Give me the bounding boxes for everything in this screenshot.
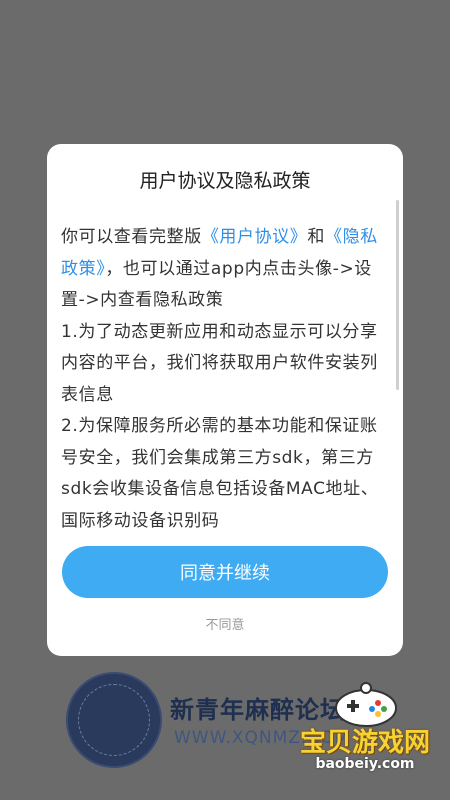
user-agreement-link[interactable]: 《用户协议》 (202, 227, 308, 247)
policy-item-2: 2.为保障服务所必需的基本功能和保证账号安全，我们会集成第三方sdk，第三方sd… (61, 416, 379, 531)
watermark: 宝贝游戏网 baobeiy.com (290, 682, 440, 782)
intro-paragraph: 你可以查看完整版《用户协议》和《隐私政策》，也可以通过app内点击头像->设置-… (61, 222, 391, 317)
screen: 新青年麻醉论坛 WWW.XQNMZ.COM 宝贝游戏网 baobeiy.com … (0, 0, 450, 800)
intro-prefix: 你可以查看完整版 (61, 227, 202, 247)
intro-and: 和 (307, 227, 326, 247)
watermark-url: baobeiy.com (315, 756, 415, 772)
agree-button[interactable]: 同意并继续 (62, 546, 388, 598)
intro-suffix: ，也可以通过app内点击头像->设置->内查看隐私政策 (61, 258, 372, 311)
policy-item-1: 1.为了动态更新应用和动态显示可以分享内容的平台，我们将获取用户软件安装列表信息 (61, 321, 378, 405)
privacy-dialog: 用户协议及隐私政策 你可以查看完整版《用户协议》和《隐私政策》，也可以通过app… (47, 144, 403, 656)
forum-seal-logo (66, 672, 162, 768)
dialog-scrollbar[interactable] (396, 200, 399, 390)
dialog-title: 用户协议及隐私政策 (139, 170, 311, 192)
watermark-title: 宝贝游戏网 (299, 728, 430, 758)
disagree-button[interactable]: 不同意 (47, 614, 403, 633)
seal-ring (78, 684, 150, 756)
